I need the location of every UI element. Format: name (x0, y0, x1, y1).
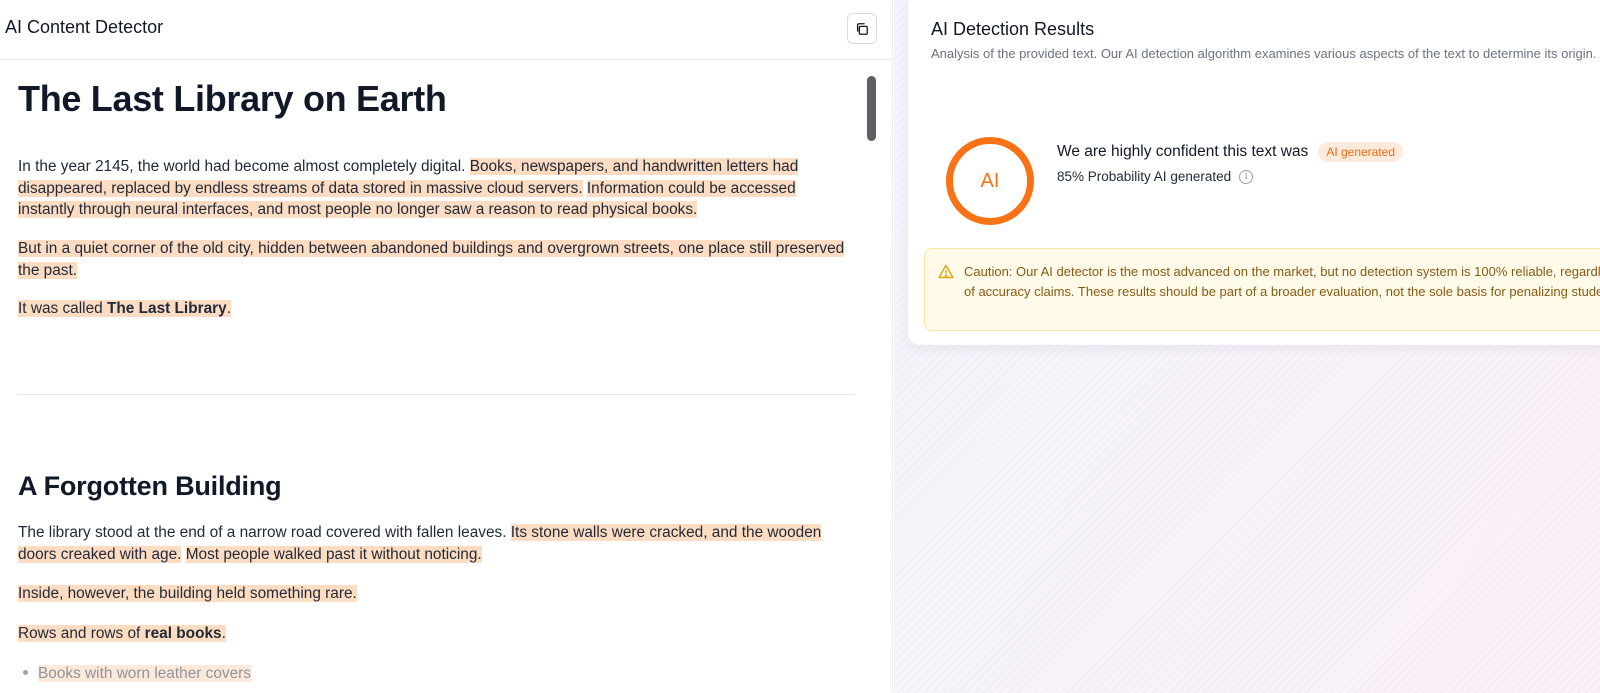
section-paragraph-1: The library stood at the end of a narrow… (18, 524, 822, 563)
results-subtitle: Analysis of the provided text. Our AI de… (931, 46, 1597, 61)
ai-highlight: It was called The Last Library. (18, 300, 231, 317)
ai-highlight: Books with worn leather covers (38, 665, 251, 682)
probability-line: 85% Probability AI generated i (1057, 169, 1254, 184)
ai-score-ring: AI (946, 137, 1034, 225)
ai-highlight: But in a quiet corner of the old city, h… (18, 240, 845, 279)
probability-text: 85% Probability AI generated (1057, 169, 1232, 184)
confidence-statement: We are highly confident this text was AI… (1057, 142, 1404, 162)
copy-icon (856, 22, 868, 35)
copy-button[interactable] (847, 13, 877, 44)
results-card: AI Detection Results Analysis of the pro… (908, 0, 1600, 345)
caution-text: Caution: Our AI detector is the most adv… (964, 264, 1600, 299)
editor-panel: AI Content Detector The Last Library on … (0, 0, 893, 693)
scrollbar-thumb[interactable] (867, 76, 876, 141)
app-title: AI Content Detector (5, 17, 164, 37)
caution-box: Caution: Our AI detector is the most adv… (924, 248, 1600, 331)
intro-paragraph-1: In the year 2145, the world had become a… (18, 158, 799, 218)
ai-highlight: Inside, however, the building held somet… (18, 585, 357, 602)
results-title: AI Detection Results (931, 19, 1095, 39)
list-item: Books with worn leather covers (18, 663, 848, 685)
section-paragraph-2: Inside, however, the building held somet… (18, 583, 848, 605)
bullet-dot (23, 669, 28, 675)
intro-paragraph-2: But in a quiet corner of the old city, h… (18, 238, 848, 281)
ai-highlight: Most people walked past it without notic… (185, 545, 482, 563)
warning-icon (938, 264, 954, 279)
intro-paragraph-3: It was called The Last Library. (18, 298, 848, 320)
ai-highlight: Rows and rows of real books. (18, 625, 226, 642)
document-title: The Last Library on Earth (18, 78, 447, 119)
section-paragraph-3: Rows and rows of real books. (18, 623, 848, 645)
editor-header: AI Content Detector (0, 0, 892, 60)
section-divider (18, 394, 854, 395)
ring-label: AI (980, 169, 1000, 192)
section-heading: A Forgotten Building (18, 471, 282, 501)
ai-generated-badge: AI generated (1318, 142, 1404, 162)
info-icon[interactable]: i (1239, 169, 1254, 184)
